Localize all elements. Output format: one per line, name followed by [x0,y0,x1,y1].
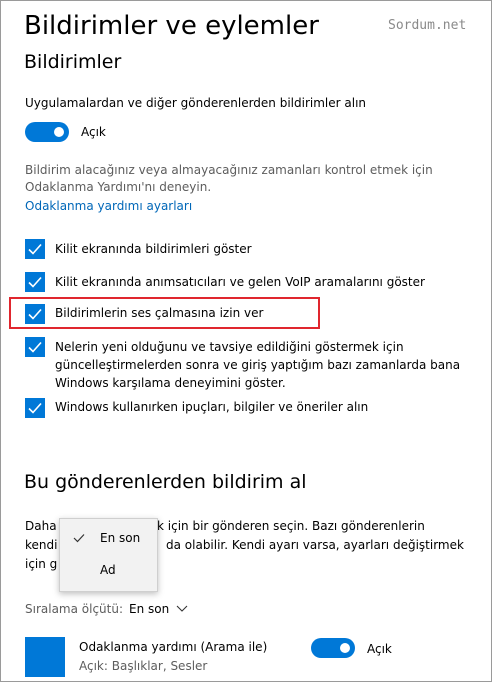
senders-desc-line2-right: da olabilir. Kendi ayarı varsa, ayarları… [166,538,464,552]
checkbox-label: Kilit ekranında bildirimleri göster [55,242,252,256]
checkmark-icon [28,276,42,288]
focus-info-text-line1: Bildirim alacağınız veya almayacağınız z… [25,163,433,177]
checkbox-label-line2: güncelleştirmelerden sonra ve giriş yapt… [55,358,461,372]
settings-window: Bildirimler ve eylemler Sordum.net Bildi… [0,0,492,682]
senders-desc-line1-left: Daha [25,519,57,533]
app-name[interactable]: Odaklanma yardımı (Arama ile) [79,639,267,656]
check-icon [73,534,85,543]
watermark: Sordum.net [388,18,467,33]
get-notifications-label: Uygulamalardan ve diğer gönderenlerden b… [25,96,367,110]
chevron-down-icon[interactable] [176,605,188,613]
lock-screen-reminders-checkbox[interactable] [25,272,45,292]
senders-desc-line3-left: için g [25,557,58,571]
sort-option-label: En son [100,531,141,545]
allow-sounds-checkbox[interactable] [25,304,45,324]
welcome-experience-checkbox[interactable] [25,337,45,357]
checkmark-icon [28,402,42,414]
checkbox-label: Kilit ekranında anımsatıcıları ve gelen … [55,275,425,289]
sort-by-label: Sıralama ölçütü: [25,602,124,616]
lock-screen-notifications-checkbox[interactable] [25,239,45,259]
senders-desc-line1-right: k için bir gönderen seçin. Bazı gönderen… [157,519,425,533]
sort-by-value[interactable]: En son [129,601,169,618]
toggle-knob [340,643,350,653]
app-notifications-toggle[interactable] [311,638,355,658]
checkmark-icon [28,308,42,320]
tips-checkbox[interactable] [25,398,45,418]
toggle-knob [54,127,64,137]
section-title-notifications: Bildirimler [24,51,122,73]
app-icon-focus-assist [25,637,65,677]
app-subtitle: Açık: Başlıklar, Sesler [79,659,208,673]
sort-option-label: Ad [100,563,116,577]
checkmark-icon [28,341,42,353]
checkbox-label-line1: Nelerin yeni olduğunu ve tavsiye edildiğ… [55,340,404,354]
checkbox-label-line3: Windows karşılama deneyimini göster. [55,376,286,390]
notifications-toggle[interactable] [25,122,69,142]
checkbox-label: Bildirimlerin ses çalmasına izin ver [55,306,264,320]
notifications-toggle-state: Açık [81,125,106,139]
focus-info-text-line2: Odaklanma Yardımı'nı deneyin. [25,180,212,194]
app-toggle-state: Açık [367,642,392,656]
checkmark-icon [28,243,42,255]
sort-option-recent[interactable]: En son [60,523,157,553]
page-title: Bildirimler ve eylemler [24,11,319,41]
sort-dropdown-menu: En son Ad [59,518,158,592]
focus-settings-link[interactable]: Odaklanma yardımı ayarları [25,198,192,215]
section-title-senders: Bu gönderenlerden bildirim al [24,471,307,493]
sort-option-name[interactable]: Ad [60,555,157,585]
senders-desc-line2-left: kendi [25,538,58,552]
checkbox-label: Windows kullanırken ipuçları, bilgiler v… [55,400,369,414]
